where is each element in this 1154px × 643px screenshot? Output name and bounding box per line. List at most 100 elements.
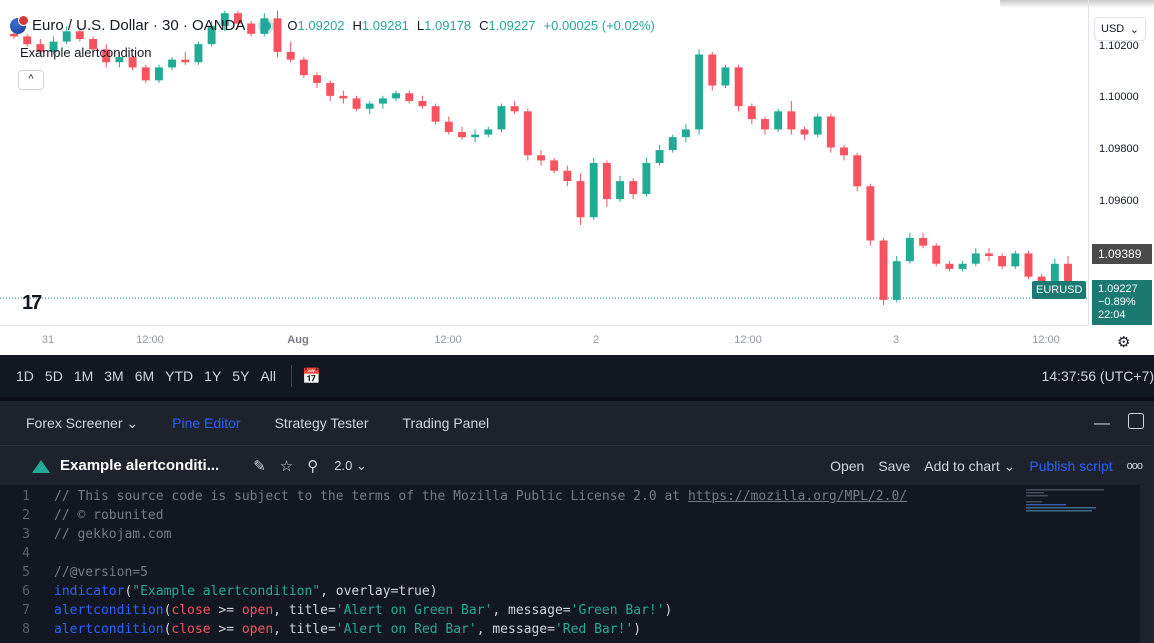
code-line[interactable]: 6 indicator("Example alertcondition", ove… (0, 582, 438, 601)
candle (840, 144, 848, 161)
current-change: −0.89% (1098, 296, 1136, 308)
period-button-5y[interactable]: 5Y (232, 368, 249, 384)
gear-icon[interactable]: ⚙ (1117, 333, 1130, 351)
tabs: Forex Screener ⌄ Pine Editor Strategy Test… (26, 415, 523, 432)
candle (681, 124, 690, 143)
code-token: alertcondition (54, 622, 164, 637)
candle (602, 160, 611, 207)
line-number: 7 (22, 603, 30, 618)
candle (141, 64, 150, 83)
minimize-panel-icon[interactable]: — (1094, 415, 1110, 433)
more-options-icon[interactable]: ooo (1127, 460, 1143, 472)
candle (326, 80, 335, 101)
period-button-3m[interactable]: 3M (104, 368, 123, 384)
candlestick-plot[interactable] (0, 0, 1088, 325)
candle (589, 157, 598, 220)
candle (168, 57, 177, 70)
tab-pine-editor[interactable]: Pine Editor (172, 415, 240, 431)
price-tick-label: 1.10000 (1099, 91, 1139, 104)
candle (471, 129, 480, 143)
indicator-legend[interactable]: Example alertcondition (20, 45, 152, 60)
candle (365, 101, 374, 114)
period-button-1y[interactable]: 1Y (204, 368, 221, 384)
period-button-ytd[interactable]: YTD (165, 368, 193, 384)
add-to-chart-button[interactable]: Add to chart ⌄ (924, 458, 1015, 475)
symbol-title[interactable]: Euro / U.S. Dollar · 30 · OANDA (32, 17, 245, 34)
code-token: //@version=5 (54, 565, 148, 580)
candle (932, 243, 941, 267)
code-token: , message= (476, 622, 555, 637)
currency-flag-icon (10, 14, 29, 34)
code-editor[interactable]: 1 // This source code is subject to the t… (0, 485, 1154, 643)
chart-panel[interactable]: Euro / U.S. Dollar · 30 · OANDA O1.09202… (0, 0, 1154, 355)
candle (958, 261, 967, 272)
time-tick-label: Aug (287, 334, 309, 346)
pencil-icon[interactable]: ✎ (253, 457, 266, 475)
editor-scrollbar[interactable] (1140, 485, 1154, 643)
collapse-legend-button[interactable]: ^ (18, 70, 44, 90)
code-token: 'Alert on Red Bar' (335, 622, 477, 637)
price-tick-label: 1.09800 (1099, 143, 1139, 156)
calendar-icon[interactable]: 📅 (302, 367, 321, 385)
candle (154, 64, 163, 83)
code-token: // This source code is subject to the te… (54, 489, 688, 504)
code-line[interactable]: 4 (0, 544, 54, 563)
candle (299, 57, 308, 78)
candle (405, 90, 414, 104)
code-minimap[interactable] (1022, 485, 1154, 643)
tab-strategy-tester[interactable]: Strategy Tester (275, 415, 369, 431)
candle (484, 126, 493, 138)
search-icon[interactable]: ⚲ (307, 457, 318, 475)
period-button-1d[interactable]: 1D (16, 368, 34, 384)
version-select[interactable]: 2.0 ⌄ (334, 458, 367, 474)
code-token: 'Alert on Green Bar' (335, 603, 493, 618)
time-tick-label: 12:00 (434, 334, 462, 346)
open-button[interactable]: Open (830, 458, 864, 474)
currency-select[interactable]: USD ⌄ (1094, 17, 1146, 41)
last-price-tag: 1.09389 (1092, 244, 1152, 264)
candle (866, 183, 875, 246)
line-number: 2 (22, 508, 30, 523)
candle (313, 72, 321, 89)
script-title[interactable]: Example alertconditi... (60, 457, 219, 474)
code-token: close (171, 603, 211, 618)
code-token: // gekkojam.com (54, 527, 172, 542)
star-icon[interactable]: ☆ (280, 457, 293, 475)
code-line[interactable]: 2 // © robunited (0, 506, 163, 525)
candle (392, 90, 401, 101)
code-line[interactable]: 1 // This source code is subject to the t… (0, 487, 907, 506)
code-token: >= (210, 622, 242, 637)
candle (747, 103, 756, 125)
code-token: "Example alertcondition" (132, 584, 321, 599)
candle (510, 101, 519, 114)
publish-script-button[interactable]: Publish script (1029, 458, 1112, 474)
time-tick-label: 12:00 (136, 334, 164, 346)
tab-trading-panel[interactable]: Trading Panel (403, 415, 490, 431)
code-line[interactable]: 8 alertcondition(close >= open, title='Al… (0, 620, 641, 639)
period-button-all[interactable]: All (260, 368, 276, 384)
period-button-5d[interactable]: 5D (45, 368, 63, 384)
candle (984, 248, 993, 262)
candle (629, 178, 638, 200)
save-button[interactable]: Save (878, 458, 910, 474)
price-axis[interactable]: 1.10200 1.10000 1.09800 1.09600 (1088, 0, 1154, 325)
code-line[interactable]: 5 //@version=5 (0, 563, 148, 582)
time-tick-label: 12:00 (1032, 334, 1060, 346)
code-token: , overlay=true) (320, 584, 438, 599)
code-line[interactable]: 7 alertcondition(close >= open, title='Al… (0, 601, 672, 620)
time-tick-label: 12:00 (734, 334, 762, 346)
time-tick-label: 2 (592, 334, 600, 346)
tab-forex-screener[interactable]: Forex Screener ⌄ (26, 415, 138, 431)
code-token: >= (210, 603, 242, 618)
maximize-panel-icon[interactable] (1128, 413, 1144, 429)
code-token: ) (664, 603, 673, 618)
period-button-6m[interactable]: 6M (135, 368, 154, 384)
period-button-1m[interactable]: 1M (74, 368, 93, 384)
code-line[interactable]: 3 // gekkojam.com (0, 525, 171, 544)
time-axis[interactable]: 31 12:00 Aug 12:00 2 12:00 3 12:00 (0, 325, 1088, 355)
clock[interactable]: 14:37:56 (UTC+7) (1042, 355, 1154, 397)
time-tick-label: 3 (892, 334, 900, 346)
current-price-tag: 1.09227 −0.89% 22:04 (1092, 280, 1152, 325)
code-token: open (241, 622, 274, 637)
candle (879, 237, 888, 306)
